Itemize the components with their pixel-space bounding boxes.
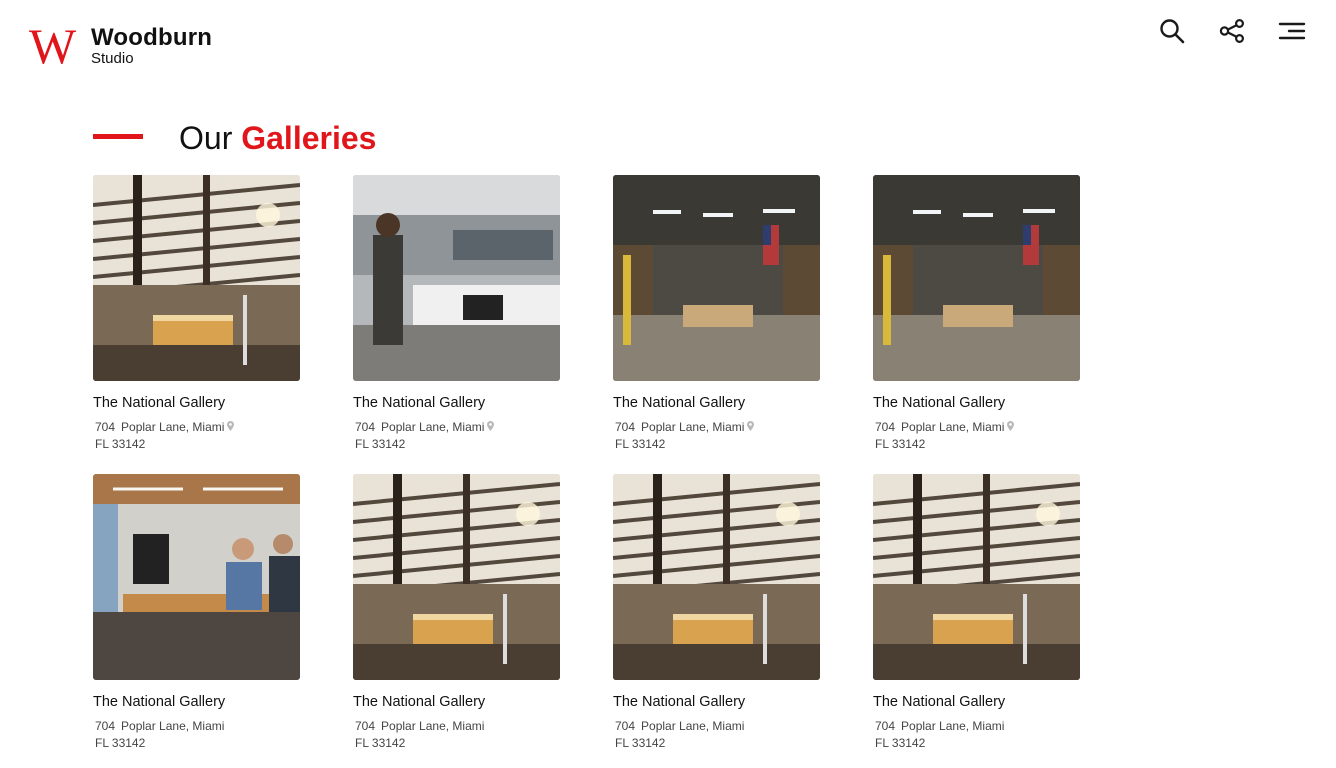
gallery-address: 704 Poplar Lane, Miami xyxy=(875,719,1103,733)
gallery-address: 704 Poplar Lane, Miami xyxy=(615,719,843,733)
gallery-street-number: 704 xyxy=(615,719,636,733)
share-button[interactable] xyxy=(1218,16,1246,46)
search-button[interactable] xyxy=(1158,16,1186,46)
gallery-title[interactable]: The National Gallery xyxy=(613,694,843,710)
location-pin-icon xyxy=(487,421,495,431)
gallery-street: Poplar Lane, Miami xyxy=(641,719,745,733)
gallery-street-number: 704 xyxy=(95,719,116,733)
gallery-image[interactable] xyxy=(93,474,300,680)
gallery-street-number: 704 xyxy=(615,420,636,434)
gallery-address: 704 Poplar Lane, Miami xyxy=(355,420,583,434)
gallery-zip: FL 33142 xyxy=(875,736,926,750)
gallery-street: Poplar Lane, Miami xyxy=(121,420,225,434)
gallery-card[interactable]: The National Gallery 704 Poplar Lane, Miam… xyxy=(93,474,323,750)
location-pin-icon xyxy=(747,421,755,431)
brand-name: Woodburn xyxy=(91,24,213,51)
gallery-zip: FL 33142 xyxy=(95,736,146,750)
gallery-title[interactable]: The National Gallery xyxy=(93,395,323,411)
gallery-image[interactable] xyxy=(93,175,300,381)
gallery-zip: FL 33142 xyxy=(355,736,406,750)
gallery-address: 704 Poplar Lane, Miami xyxy=(355,719,583,733)
gallery-street: Poplar Lane, Miami xyxy=(901,420,1005,434)
gallery-street-number: 704 xyxy=(355,420,376,434)
gallery-card[interactable]: The National Gallery 704 Poplar Lane, Miam… xyxy=(873,474,1103,750)
menu-icon xyxy=(1278,22,1306,40)
gallery-street: Poplar Lane, Miami xyxy=(641,420,745,434)
gallery-street: Poplar Lane, Miami xyxy=(121,719,225,733)
gallery-title[interactable]: The National Gallery xyxy=(93,694,323,710)
location-pin-icon xyxy=(227,421,235,431)
gallery-card[interactable]: The National Gallery 704 Poplar Lane, Miam… xyxy=(613,175,843,451)
section-title: Our Galleries xyxy=(179,120,376,157)
logo-mark: W xyxy=(29,18,76,74)
gallery-street-number: 704 xyxy=(95,420,116,434)
gallery-street-number: 704 xyxy=(875,719,896,733)
gallery-zip: FL 33142 xyxy=(95,437,146,451)
gallery-zip: FL 33142 xyxy=(875,437,926,451)
gallery-zip: FL 33142 xyxy=(355,437,406,451)
gallery-street-number: 704 xyxy=(875,420,896,434)
location-pin-icon xyxy=(1007,421,1015,431)
gallery-card[interactable]: The National Gallery 704 Poplar Lane, Miam… xyxy=(613,474,843,750)
gallery-address: 704 Poplar Lane, Miami xyxy=(95,420,323,434)
share-icon xyxy=(1219,19,1244,43)
gallery-title[interactable]: The National Gallery xyxy=(873,395,1103,411)
gallery-zip: FL 33142 xyxy=(615,736,666,750)
brand-subtitle: Studio xyxy=(91,50,134,67)
menu-button[interactable] xyxy=(1278,16,1306,46)
gallery-image[interactable] xyxy=(613,175,820,381)
brand-logo[interactable]: W Woodburn Studio xyxy=(29,18,213,74)
gallery-image[interactable] xyxy=(353,175,560,381)
search-icon xyxy=(1160,19,1185,44)
gallery-image[interactable] xyxy=(873,175,1080,381)
gallery-street: Poplar Lane, Miami xyxy=(381,420,485,434)
gallery-image[interactable] xyxy=(873,474,1080,680)
gallery-card[interactable]: The National Gallery 704 Poplar Lane, Miam… xyxy=(93,175,323,451)
gallery-title[interactable]: The National Gallery xyxy=(353,694,583,710)
gallery-title[interactable]: The National Gallery xyxy=(873,694,1103,710)
gallery-card[interactable]: The National Gallery 704 Poplar Lane, Miam… xyxy=(353,474,583,750)
gallery-title[interactable]: The National Gallery xyxy=(353,395,583,411)
gallery-image[interactable] xyxy=(353,474,560,680)
heading-accent-line xyxy=(93,134,143,139)
gallery-title[interactable]: The National Gallery xyxy=(613,395,843,411)
gallery-card[interactable]: The National Gallery 704 Poplar Lane, Miam… xyxy=(353,175,583,451)
gallery-street: Poplar Lane, Miami xyxy=(901,719,1005,733)
gallery-card[interactable]: The National Gallery 704 Poplar Lane, Miam… xyxy=(873,175,1103,451)
gallery-address: 704 Poplar Lane, Miami xyxy=(875,420,1103,434)
top-nav xyxy=(1158,16,1306,46)
section-title-part2: Galleries xyxy=(241,120,377,156)
gallery-street-number: 704 xyxy=(355,719,376,733)
gallery-address: 704 Poplar Lane, Miami xyxy=(615,420,843,434)
gallery-image[interactable] xyxy=(613,474,820,680)
gallery-street: Poplar Lane, Miami xyxy=(381,719,485,733)
gallery-zip: FL 33142 xyxy=(615,437,666,451)
section-title-part1: Our xyxy=(179,120,233,156)
gallery-address: 704 Poplar Lane, Miami xyxy=(95,719,323,733)
